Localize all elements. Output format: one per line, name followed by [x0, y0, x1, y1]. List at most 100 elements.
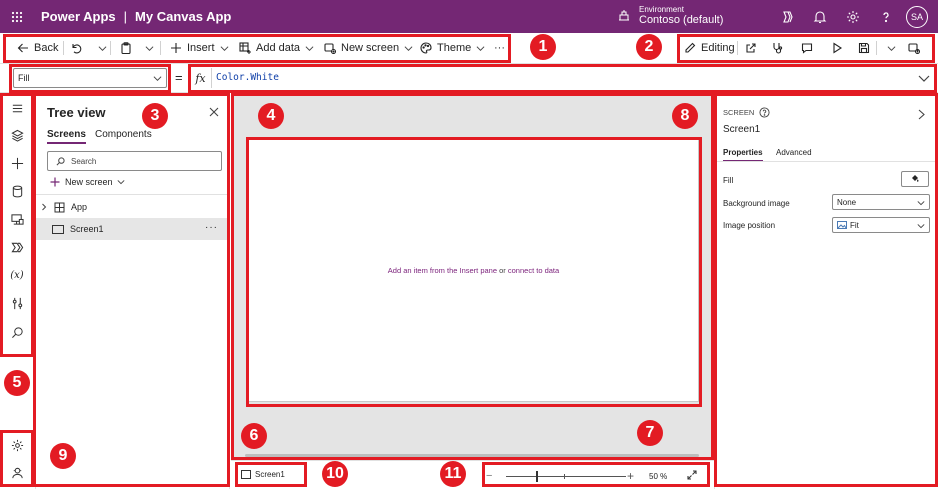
notifications-icon[interactable]	[803, 0, 836, 33]
control-name[interactable]: Screen1	[723, 124, 760, 135]
tree-item-screen1[interactable]: Screen1 ···	[36, 218, 230, 240]
paste-dropdown-button[interactable]	[140, 33, 154, 63]
back-button[interactable]: Back	[17, 33, 58, 63]
paste-button[interactable]	[120, 33, 137, 63]
comments-button[interactable]	[801, 33, 818, 63]
tree-view-title: Tree view	[47, 105, 106, 120]
divider	[737, 41, 738, 55]
tab-components[interactable]: Components	[95, 129, 152, 140]
fill-color-picker[interactable]	[901, 171, 929, 187]
pencil-icon	[685, 42, 696, 53]
zoom-slider-thumb[interactable]	[536, 471, 538, 482]
zoom-out-button[interactable]: −	[486, 470, 492, 482]
insert-button[interactable]: Insert	[170, 33, 229, 63]
save-dropdown-button[interactable]	[882, 33, 896, 63]
image-position-label: Image position	[723, 221, 776, 230]
chevron-right-icon[interactable]	[917, 109, 926, 120]
undo-button[interactable]	[70, 33, 87, 63]
advanced-tools-icon[interactable]	[8, 294, 26, 312]
plus-icon	[50, 177, 60, 187]
callout-badge-3: 3	[142, 103, 168, 129]
app-launcher-icon[interactable]	[0, 0, 33, 33]
preview-button[interactable]	[831, 33, 848, 63]
insert-pane-link[interactable]: Add an item from the Insert pane	[388, 266, 497, 275]
callout-badge-6: 6	[241, 423, 267, 449]
tree-search-box[interactable]	[47, 151, 222, 171]
title-separator: |	[123, 9, 128, 24]
plus-icon	[171, 43, 181, 53]
app-checker-button[interactable]	[772, 33, 789, 63]
fit-to-window-icon[interactable]	[687, 470, 697, 480]
screen-selector[interactable]: Screen1	[241, 470, 285, 479]
theme-button[interactable]: Theme	[420, 33, 485, 63]
property-selector-value: Fill	[18, 73, 30, 83]
chevron-right-icon[interactable]	[40, 203, 48, 211]
zoom-slider-track[interactable]	[506, 476, 626, 477]
variables-icon[interactable]: (𝑥)	[8, 266, 26, 284]
divider	[110, 41, 111, 55]
environment-icon	[619, 10, 629, 21]
power-automate-icon[interactable]	[8, 238, 26, 256]
callout-badge-2: 2	[636, 34, 662, 60]
image-position-dropdown[interactable]: Fit	[832, 217, 930, 233]
insert-icon[interactable]	[8, 154, 26, 172]
help-circle-icon[interactable]	[759, 107, 770, 118]
chevron-down-icon	[98, 45, 107, 51]
copilot-icon[interactable]	[770, 0, 803, 33]
product-name[interactable]: Power Apps	[41, 9, 116, 24]
back-arrow-icon	[17, 43, 28, 53]
data-icon[interactable]	[8, 182, 26, 200]
help-icon[interactable]	[869, 0, 902, 33]
tab-screens[interactable]: Screens	[47, 129, 86, 144]
background-image-dropdown[interactable]: None	[832, 194, 930, 210]
settings-icon[interactable]	[836, 0, 869, 33]
more-commands-button[interactable]: ···	[494, 33, 505, 63]
close-icon[interactable]	[209, 107, 219, 117]
chevron-down-icon	[145, 45, 154, 51]
screen-canvas[interactable]: Add an item from the Insert pane or conn…	[248, 139, 699, 402]
palette-icon	[420, 42, 432, 54]
chevron-down-icon[interactable]	[918, 72, 930, 84]
zoom-slider-midpoint	[564, 474, 565, 479]
zoom-in-button[interactable]: +	[627, 469, 634, 483]
publish-icon	[908, 43, 920, 54]
property-selector[interactable]: Fill	[13, 68, 167, 88]
save-icon	[858, 42, 870, 54]
more-options-icon[interactable]: ···	[205, 222, 218, 233]
connect-to-data-link[interactable]: connect to data	[508, 266, 559, 275]
chevron-down-icon	[404, 45, 413, 51]
tree-view-icon[interactable]	[8, 126, 26, 144]
user-avatar[interactable]: SA	[906, 5, 928, 28]
environment-picker[interactable]: Environment Contoso (default)	[617, 4, 723, 26]
tree-search-input[interactable]	[71, 156, 211, 166]
horizontal-scrollbar[interactable]	[245, 454, 699, 457]
formula-input[interactable]: Color.White	[216, 72, 279, 83]
new-screen-icon	[324, 43, 336, 54]
title-bar: Power Apps | My Canvas App Environment C…	[0, 0, 938, 33]
share-button[interactable]	[745, 33, 762, 63]
empty-screen-hint: Add an item from the Insert pane or conn…	[388, 266, 559, 275]
search-icon	[56, 156, 65, 165]
virtual-agent-icon[interactable]	[8, 463, 26, 481]
app-title: My Canvas App	[135, 9, 232, 24]
zoom-value: 50 %	[649, 472, 668, 481]
media-icon[interactable]	[8, 210, 26, 228]
menu-icon[interactable]	[8, 99, 26, 117]
new-screen-button[interactable]: New screen	[324, 33, 413, 63]
canvas-area[interactable]: Add an item from the Insert pane or conn…	[231, 93, 714, 460]
tree-item-app[interactable]: App	[36, 196, 230, 218]
screen-icon	[52, 224, 64, 234]
chevron-down-icon	[305, 45, 314, 51]
clipboard-icon	[121, 42, 131, 54]
tab-properties[interactable]: Properties	[723, 148, 763, 162]
undo-dropdown-button[interactable]	[93, 33, 107, 63]
tree-item-label: Screen1	[70, 224, 104, 234]
tree-new-screen-button[interactable]: New screen	[50, 177, 125, 187]
publish-button[interactable]	[908, 33, 925, 63]
save-button[interactable]	[858, 33, 875, 63]
tab-advanced[interactable]: Advanced	[776, 148, 812, 157]
editing-mode-button[interactable]: Editing	[684, 33, 735, 63]
settings-icon[interactable]	[8, 436, 26, 454]
search-icon[interactable]	[8, 323, 26, 341]
add-data-button[interactable]: Add data	[239, 33, 314, 63]
